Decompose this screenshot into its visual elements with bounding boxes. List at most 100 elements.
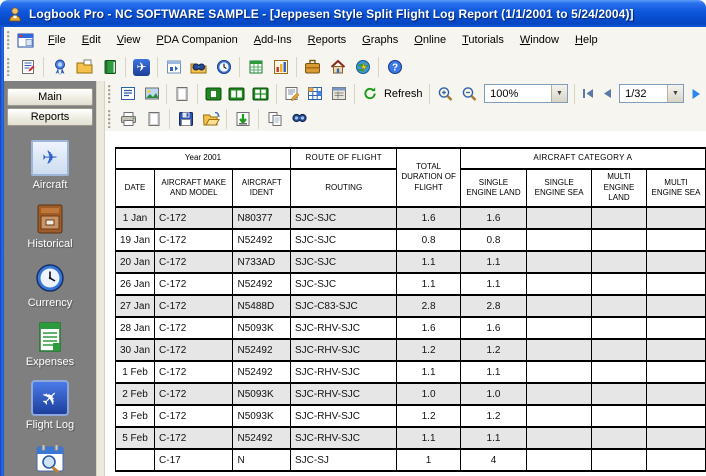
page-button[interactable] — [170, 82, 194, 106]
save-button[interactable] — [173, 107, 198, 131]
cell-mes — [646, 382, 706, 406]
toolbar-separator — [169, 108, 170, 129]
menu-online[interactable]: Online — [406, 31, 454, 49]
menu-pda-companion[interactable]: PDA Companion — [148, 31, 245, 49]
history-button[interactable] — [211, 55, 236, 79]
menu-help[interactable]: Help — [567, 31, 606, 49]
menu-reports[interactable]: Reports — [300, 31, 355, 49]
copy-button[interactable] — [262, 107, 287, 131]
toolbar-gripper-handle[interactable] — [108, 109, 112, 128]
sidebar-item-historical[interactable]: Historical — [5, 203, 95, 250]
find-button[interactable] — [287, 107, 312, 131]
cell-mes — [646, 272, 706, 296]
find-flights-button[interactable] — [186, 55, 211, 79]
table-row: 20 Jan C-172 N733AD SJC-SJC 1.1 1.1 — [114, 250, 706, 274]
cell-duration: 1.6 — [396, 206, 461, 230]
print-button[interactable] — [116, 107, 141, 131]
two-page-icon — [228, 87, 245, 100]
home-button[interactable] — [325, 55, 350, 79]
cell-duration: 1 — [396, 448, 461, 472]
grid-button[interactable] — [304, 82, 328, 106]
help-button[interactable]: ? — [382, 55, 407, 79]
cell-ident: N52492 — [232, 272, 291, 296]
sidebar-item-expenses[interactable]: Expenses — [5, 321, 95, 368]
page-setup-button[interactable] — [280, 82, 304, 106]
menu-file[interactable]: File — [40, 31, 74, 49]
flight-log-table: Year 2001 ROUTE OF FLIGHT TOTAL DURATION… — [114, 147, 706, 472]
ribbon-button[interactable] — [47, 55, 72, 79]
menu-tutorials[interactable]: Tutorials — [454, 31, 512, 49]
menu-gripper-handle[interactable] — [7, 31, 11, 49]
prev-page-button[interactable] — [597, 84, 616, 104]
page-combobox[interactable]: 1/32 ▼ — [619, 84, 684, 103]
refresh-button[interactable] — [358, 82, 382, 106]
graphs-button[interactable] — [268, 55, 293, 79]
one-page-button[interactable] — [201, 82, 225, 106]
total-duration-header: TOTAL DURATION OF FLIGHT — [396, 147, 461, 208]
menu-edit[interactable]: Edit — [74, 31, 109, 49]
next-page-button[interactable] — [687, 84, 706, 104]
cell-duration: 2.8 — [396, 294, 461, 318]
sidebar-splitter[interactable] — [96, 81, 105, 476]
cell-mel — [590, 360, 648, 384]
cell-sel: 1.2 — [459, 404, 528, 428]
page-icon — [176, 86, 188, 101]
column-header-multi-engine-land: MULTI ENGINE LAND — [590, 168, 648, 208]
cell-sel: 1.6 — [459, 206, 528, 230]
menu-add-ins[interactable]: Add-Ins — [246, 31, 300, 49]
toolbar-separator — [166, 83, 168, 104]
year-header: Year 2001 — [115, 147, 291, 170]
cell-mes — [646, 404, 706, 428]
airplane-button[interactable]: ✈ — [129, 55, 154, 79]
sidebar-item-flight-log[interactable]: ✈ Flight Log — [5, 380, 95, 431]
menu-window[interactable]: Window — [512, 31, 567, 49]
cell-mel — [590, 250, 648, 274]
chevron-down-icon[interactable]: ▼ — [666, 85, 683, 102]
expenses-icon — [39, 322, 61, 352]
zoom-combobox[interactable]: 100% ▼ — [484, 84, 568, 103]
cell-duration: 1.6 — [396, 316, 461, 340]
sidebar-item-aircraft[interactable]: ✈ Aircraft — [5, 140, 95, 191]
briefcase-button[interactable] — [300, 55, 325, 79]
folder-page-button[interactable] — [72, 55, 97, 79]
export-button[interactable] — [230, 107, 255, 131]
grid-window-icon — [332, 87, 347, 100]
menu-bar: File Edit View PDA Companion Add-Ins Rep… — [4, 27, 706, 54]
toolbar-gripper-handle[interactable] — [108, 84, 112, 103]
chevron-down-icon[interactable]: ▼ — [551, 85, 567, 102]
sidebar-tab-reports[interactable]: Reports — [7, 108, 93, 126]
export-image-button[interactable] — [140, 82, 164, 106]
toc-button[interactable] — [116, 82, 140, 106]
first-page-button[interactable] — [578, 84, 597, 104]
grid-window-button[interactable] — [327, 82, 351, 106]
two-page-button[interactable] — [225, 82, 249, 106]
spreadsheet-button[interactable] — [243, 55, 268, 79]
cell-mel — [590, 228, 648, 252]
analyzer-button[interactable] — [161, 55, 186, 79]
logbook-button[interactable] — [97, 55, 122, 79]
refresh-label[interactable]: Refresh — [384, 88, 423, 100]
svg-text:?: ? — [391, 63, 397, 74]
menu-view[interactable]: View — [109, 31, 149, 49]
child-window-icon[interactable] — [17, 33, 34, 48]
page-preview-button[interactable] — [141, 107, 166, 131]
sidebar-tab-main[interactable]: Main — [7, 88, 93, 106]
app-icon — [9, 6, 21, 21]
zoom-in-button[interactable] — [433, 82, 457, 106]
cell-mes — [646, 316, 706, 340]
sidebar-item-label: Flight Log — [25, 419, 75, 431]
open-button[interactable] — [198, 107, 223, 131]
toolbar-gripper-handle[interactable] — [7, 58, 11, 76]
cell-mes — [646, 426, 706, 450]
menu-graphs[interactable]: Graphs — [354, 31, 406, 49]
report-editor-button[interactable] — [15, 55, 40, 79]
cell-ident: N80377 — [232, 206, 291, 230]
web-button[interactable] — [350, 55, 375, 79]
cell-ses — [526, 316, 592, 340]
sidebar-item-partial[interactable] — [5, 443, 95, 476]
table-row: 3 Feb C-172 N5093K SJC-RHV-SJC 1.2 1.2 — [114, 404, 706, 428]
sidebar-item-currency[interactable]: Currency — [5, 262, 95, 309]
zoom-out-button[interactable] — [457, 82, 481, 106]
four-page-button[interactable] — [249, 82, 273, 106]
main-toolbar: ✈ ? — [4, 53, 706, 82]
